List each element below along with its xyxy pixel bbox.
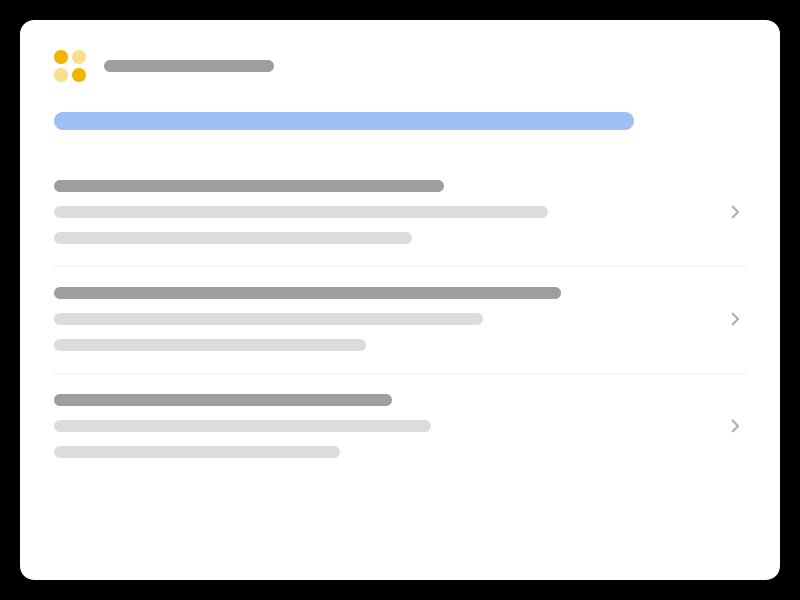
chevron-right-icon	[724, 201, 746, 223]
dot-icon	[72, 50, 86, 64]
list-item[interactable]	[54, 374, 746, 480]
page-title	[104, 60, 274, 72]
list-item-text	[54, 394, 704, 458]
card	[20, 20, 780, 580]
app-dots-icon	[54, 50, 86, 82]
item-subtitle	[54, 232, 412, 244]
list-item[interactable]	[54, 267, 746, 374]
header	[54, 50, 746, 82]
list-item[interactable]	[54, 160, 746, 267]
item-subtitle	[54, 313, 483, 325]
highlight-bar[interactable]	[54, 112, 634, 130]
item-subtitle	[54, 206, 548, 218]
chevron-right-icon	[724, 308, 746, 330]
item-title	[54, 394, 392, 406]
list-item-text	[54, 180, 704, 244]
chevron-right-icon	[724, 415, 746, 437]
item-subtitle	[54, 339, 366, 351]
dot-icon	[54, 68, 68, 82]
dot-icon	[54, 50, 68, 64]
item-title	[54, 287, 561, 299]
item-title	[54, 180, 444, 192]
dot-icon	[72, 68, 86, 82]
item-subtitle	[54, 446, 340, 458]
result-list	[54, 160, 746, 480]
item-subtitle	[54, 420, 431, 432]
list-item-text	[54, 287, 704, 351]
